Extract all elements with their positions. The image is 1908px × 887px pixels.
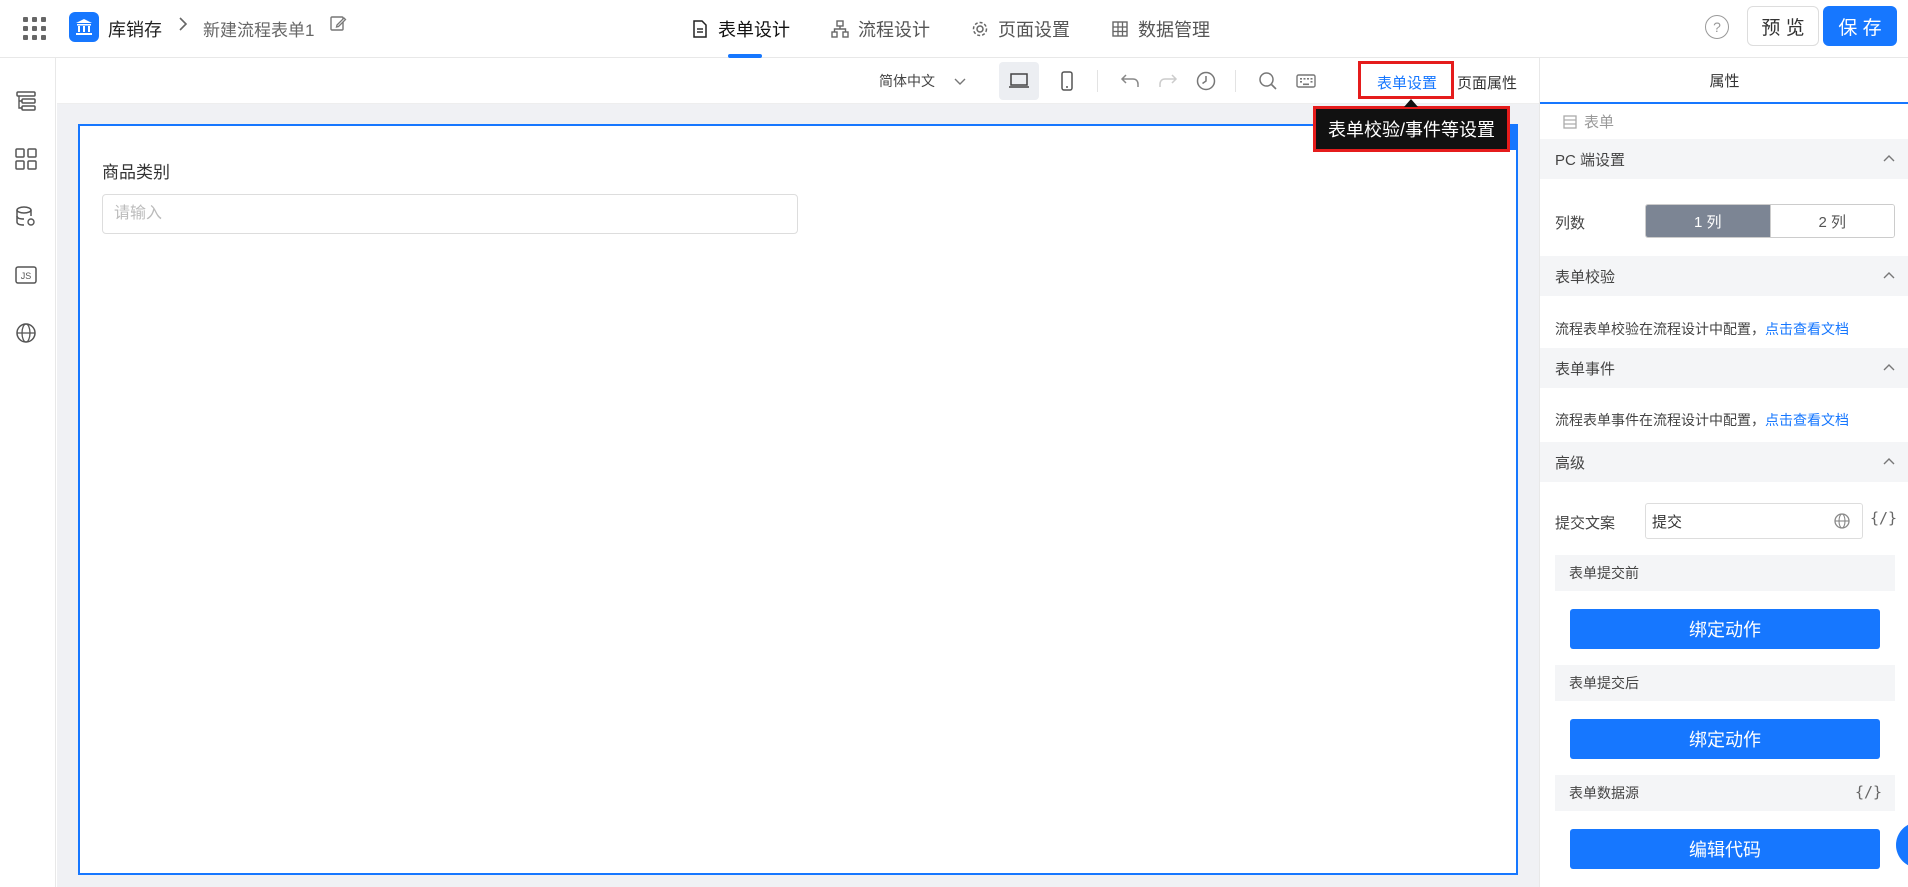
events-text: 流程表单事件在流程设计中配置，: [1555, 412, 1765, 428]
tab-flow-design[interactable]: 流程设计: [830, 0, 930, 58]
i18n-globe-icon[interactable]: [1833, 512, 1851, 530]
datasource-label: 表单数据源: [1569, 785, 1639, 801]
tab-flow-design-label: 流程设计: [858, 20, 930, 40]
product-category-input[interactable]: [102, 194, 798, 234]
validation-doc-link[interactable]: 点击查看文档: [1765, 321, 1849, 337]
history-icon[interactable]: [1192, 67, 1220, 95]
form-canvas[interactable]: 商品类别: [78, 124, 1518, 875]
validation-text: 流程表单校验在流程设计中配置，: [1555, 321, 1765, 337]
chevron-up-icon: [1881, 360, 1897, 376]
section-events-title: 表单事件: [1555, 360, 1616, 378]
undo-icon[interactable]: [1116, 67, 1144, 95]
mobile-view-icon[interactable]: [1053, 67, 1081, 95]
preview-button[interactable]: 预 览: [1747, 6, 1819, 46]
main-tabs: 表单设计 流程设计 页面设置 数据管理: [690, 0, 1250, 58]
table-icon: [1110, 19, 1130, 39]
form-name: 新建流程表单1: [203, 21, 315, 40]
section-advanced-title: 高级: [1555, 454, 1586, 472]
properties-panel: 属性 表单 PC 端设置 列数 1 列 2 列 表单校验 流程表单校验在流程设计…: [1539, 58, 1908, 887]
toolbar-divider: [1235, 70, 1236, 92]
tab-form-design[interactable]: 表单设计: [690, 0, 790, 58]
highlight-box: [1358, 61, 1454, 99]
left-rail: JS: [0, 58, 56, 887]
edit-name-icon[interactable]: [329, 14, 349, 34]
document-icon: [690, 19, 710, 39]
before-submit-section: 表单提交前: [1555, 555, 1895, 591]
save-button[interactable]: 保 存: [1823, 6, 1897, 46]
search-icon[interactable]: [1254, 67, 1282, 95]
section-pc-settings[interactable]: PC 端设置: [1540, 139, 1908, 179]
node-breadcrumb: 表单: [1562, 111, 1614, 132]
field-label: 商品类别: [102, 163, 170, 182]
app-launcher-icon[interactable]: [22, 16, 46, 40]
chevron-down-icon: [953, 74, 967, 88]
events-doc-link[interactable]: 点击查看文档: [1765, 412, 1849, 428]
bind-action-after-button[interactable]: 绑定动作: [1570, 719, 1880, 759]
redo-icon[interactable]: [1154, 67, 1182, 95]
gear-icon: [970, 19, 990, 39]
data-source-icon[interactable]: [13, 204, 39, 230]
tab-properties[interactable]: 属性: [1540, 58, 1908, 104]
canvas-area: 简体中文 表单设置 页面属性 商品类别: [57, 58, 1539, 887]
globe-icon[interactable]: [13, 320, 39, 346]
chevron-up-icon: [1881, 454, 1897, 470]
datasource-binding-icon[interactable]: {/}: [1855, 783, 1882, 801]
app-logo-icon: [69, 12, 99, 42]
tab-page-settings[interactable]: 页面设置: [970, 0, 1070, 58]
submit-text-input[interactable]: [1645, 503, 1863, 539]
page-properties-tab[interactable]: 页面属性: [1457, 72, 1517, 93]
language-select[interactable]: 简体中文: [879, 71, 967, 91]
tooltip: 表单校验/事件等设置: [1313, 99, 1511, 152]
node-label: 表单: [1584, 114, 1615, 131]
submit-text-label: 提交文案: [1555, 515, 1616, 532]
chevron-up-icon: [1881, 151, 1897, 167]
columns-label: 列数: [1555, 215, 1586, 232]
tab-form-design-label: 表单设计: [718, 20, 790, 40]
column-option-1[interactable]: 1 列: [1646, 205, 1770, 237]
tab-data-management[interactable]: 数据管理: [1110, 0, 1210, 58]
top-bar: 库销存 新建流程表单1 表单设计 流程设计 页面设置 数据管理 ? 预 览 保 …: [0, 0, 1908, 58]
outline-tree-icon[interactable]: [13, 88, 39, 114]
chevron-up-icon: [1881, 268, 1897, 284]
canvas-toolbar: 简体中文 表单设置 页面属性: [57, 58, 1539, 104]
section-advanced[interactable]: 高级: [1540, 442, 1908, 482]
tab-data-management-label: 数据管理: [1138, 20, 1210, 40]
tab-page-settings-label: 页面设置: [998, 20, 1070, 40]
validation-info: 流程表单校验在流程设计中配置，点击查看文档: [1555, 319, 1849, 339]
components-grid-icon[interactable]: [13, 146, 39, 172]
keyboard-icon[interactable]: [1292, 67, 1320, 95]
bind-action-before-button[interactable]: 绑定动作: [1570, 609, 1880, 649]
column-option-2[interactable]: 2 列: [1769, 205, 1894, 237]
section-validation[interactable]: 表单校验: [1540, 256, 1908, 296]
events-info: 流程表单事件在流程设计中配置，点击查看文档: [1555, 410, 1849, 430]
section-events[interactable]: 表单事件: [1540, 348, 1908, 388]
help-icon[interactable]: ?: [1705, 15, 1729, 39]
section-pc-title: PC 端设置: [1555, 151, 1626, 169]
js-icon-text: JS: [21, 271, 32, 281]
desktop-view-icon[interactable]: [999, 62, 1039, 100]
columns-segment: 1 列 2 列: [1645, 204, 1895, 238]
flowchart-icon: [830, 19, 850, 39]
breadcrumb-chevron-icon: [176, 15, 190, 38]
after-submit-section: 表单提交后: [1555, 665, 1895, 701]
edit-code-button[interactable]: 编辑代码: [1570, 829, 1880, 869]
variable-binding-icon[interactable]: {/}: [1870, 509, 1897, 527]
app-name[interactable]: 库销存: [108, 16, 162, 42]
toolbar-divider: [1097, 70, 1098, 92]
form-node-icon: [1562, 114, 1578, 130]
js-code-icon[interactable]: JS: [13, 262, 39, 288]
language-value: 简体中文: [879, 73, 935, 89]
section-validation-title: 表单校验: [1555, 268, 1616, 286]
datasource-section: 表单数据源: [1555, 775, 1895, 811]
